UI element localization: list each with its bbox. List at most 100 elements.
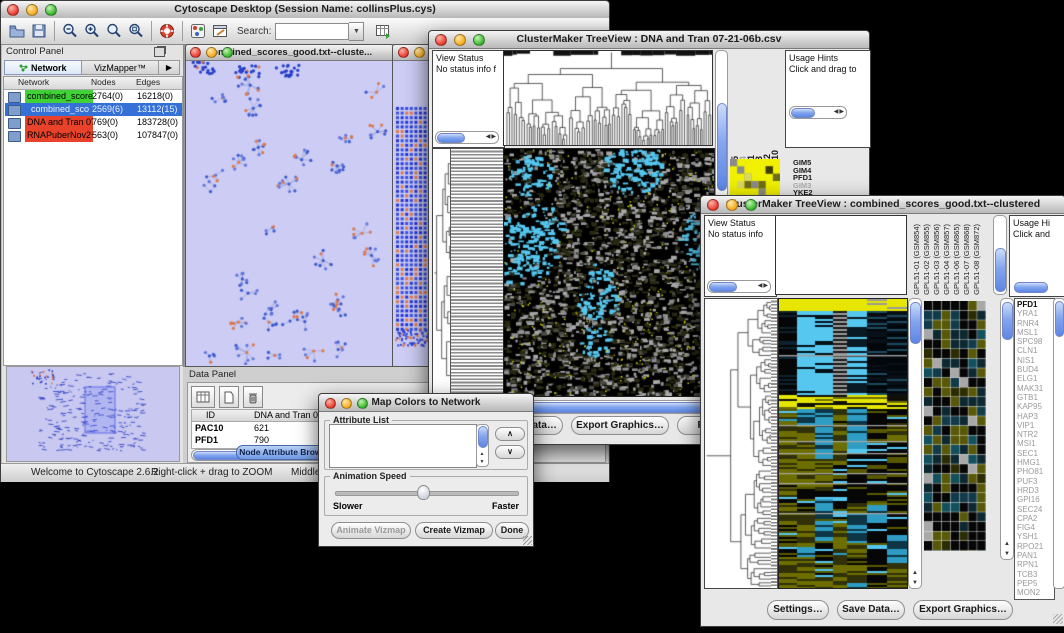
zoom-window-icon[interactable] [222,47,233,58]
network-overview[interactable] [6,366,180,462]
close-icon[interactable] [398,47,409,58]
resize-grip-icon[interactable] [523,536,532,545]
tv2-hints-scroll-thumb[interactable] [1014,282,1048,293]
network-row[interactable]: RNAPuberNov2+I 563(0) 107847(0) [5,129,182,142]
tv2-settings-button[interactable]: Settings… [767,600,829,620]
gene-label[interactable]: GTB1 [1017,393,1054,402]
tv1-row-dendrogram[interactable] [432,148,451,397]
close-icon[interactable] [190,47,201,58]
column-label[interactable]: GPL51-07 (GSM868) [962,224,971,295]
search-dropdown-button[interactable]: ▼ [349,22,364,41]
id-column-header[interactable]: ID [206,410,215,420]
help-button[interactable] [156,20,178,42]
gene-label[interactable]: BUD4 [1017,365,1054,374]
move-down-button[interactable]: ∨ [495,445,525,459]
search-input[interactable] [275,23,349,40]
zoom-out-button[interactable] [59,20,81,42]
gene-label[interactable]: CLN1 [1017,346,1054,355]
scroll-up-icon[interactable]: ▲ [480,451,485,457]
dialog-titlebar[interactable]: Map Colors to Network [319,394,533,412]
gene-label[interactable]: RPN1 [1017,560,1054,569]
create-vizmap-button[interactable]: Create Vizmap [415,522,493,539]
minimize-icon[interactable] [206,47,217,58]
new-attribute-button[interactable] [219,386,239,408]
close-icon[interactable] [7,4,19,16]
network-list-header[interactable]: Network Nodes Edges [4,77,182,90]
treeview1-titlebar[interactable]: ClusterMaker TreeView : DNA and Tran 07-… [429,31,869,49]
column-label[interactable]: GPL51-04 (GSM857) [942,224,951,295]
gene-label[interactable]: RNR4 [1017,319,1054,328]
tv2-heatmap[interactable] [778,298,908,589]
network-canvas[interactable] [186,61,391,365]
network-row[interactable]: DNA and Tran 07 769(0) 183728(0) [5,116,182,129]
tv2-column-tree-area[interactable] [775,215,907,295]
tv1-column-dendrogram[interactable] [503,50,713,146]
zoom-window-icon[interactable] [745,199,757,211]
scroll-down-icon[interactable]: ▼ [1004,551,1010,557]
gene-label[interactable]: PUF3 [1017,477,1054,486]
main-titlebar[interactable]: Cytoscape Desktop (Session Name: collins… [1,1,609,19]
zoom-selected-button[interactable] [103,20,125,42]
minimize-icon[interactable] [454,34,466,46]
attribute-list-scrollbar[interactable]: ▲ ▼ [476,424,489,467]
tv1-export-graphics-button[interactable]: Export Graphics… [571,416,669,435]
tv2-row-dendrogram[interactable] [704,298,772,589]
zoom-fit-button[interactable] [125,20,147,42]
tv2-top-vscroll[interactable] [993,215,1007,295]
select-attributes-button[interactable] [191,386,215,408]
gene-label[interactable]: HAP3 [1017,412,1054,421]
scroll-down-icon[interactable]: ▼ [480,459,485,465]
minimize-icon[interactable] [26,4,38,16]
tv2-save-data-button[interactable]: Save Data… [837,600,905,620]
gene-label[interactable]: PAN1 [1017,551,1054,560]
treeview2-titlebar[interactable]: ClusterMaker TreeView : combined_scores_… [701,196,1064,214]
gene-label[interactable]: RPO21 [1017,542,1054,551]
resize-grip-icon[interactable] [1053,614,1063,624]
minimize-icon[interactable] [726,199,738,211]
gene-label[interactable]: SPC98 [1017,337,1054,346]
minimize-icon[interactable] [414,47,425,58]
column-label[interactable]: GPL51-03 (GSM856) [932,224,941,295]
save-session-button[interactable] [28,20,50,42]
speed-slider-thumb[interactable] [417,485,430,500]
network-row[interactable]: combined_scores 2764(0) 16218(0) [5,90,182,103]
annotation-button[interactable] [209,20,231,42]
scroll-up-icon[interactable]: ▲ [912,570,918,576]
close-icon[interactable] [707,199,719,211]
gene-label[interactable]: ELG1 [1017,374,1054,383]
gene-label[interactable]: KAP95 [1017,402,1054,411]
zoom-window-icon[interactable] [45,4,57,16]
gene-label[interactable]: SEC24 [1017,505,1054,514]
gene-label[interactable]: NTR2 [1017,430,1054,439]
tv2-zoom-heatmap[interactable] [924,301,986,551]
gene-label[interactable]: MSL1 [1017,328,1054,337]
gene-label[interactable]: GPI16 [1017,495,1054,504]
tab-vizmapper[interactable]: VizMapper™ [82,60,159,75]
column-label[interactable]: GPL51-01 (GSM854) [912,224,921,295]
gene-label[interactable]: MON2 [1017,588,1054,597]
window-controls[interactable] [7,4,57,15]
gene-label[interactable]: HRD3 [1017,486,1054,495]
close-icon[interactable] [325,398,336,409]
scroll-up-icon[interactable]: ▲ [1004,541,1010,547]
column-label[interactable]: GPL51-02 (GSM855) [922,224,931,295]
open-session-button[interactable] [6,20,28,42]
tab-overflow-button[interactable]: ▶ [159,60,180,75]
tv2-vscroll[interactable]: ▲ ▼ [908,298,922,589]
column-label[interactable]: GPL51-08 (GSM872) [972,224,981,295]
scroll-right-icon[interactable]: ▶ [491,134,497,140]
gene-label[interactable]: HMG1 [1017,458,1054,467]
gene-label[interactable]: NIS1 [1017,356,1054,365]
network-row[interactable]: combined_sco 2569(6) 13112(15) [5,103,182,116]
overview-canvas[interactable] [7,367,177,459]
zoom-in-button[interactable] [81,20,103,42]
column-label[interactable]: GPL51-06 (GSM865) [952,224,961,295]
animate-vizmap-button[interactable]: Animate Vizmap [331,522,411,539]
tv1-hints-scrollbar[interactable]: ◀▶ [789,106,847,119]
zoom-window-icon[interactable] [473,34,485,46]
move-up-button[interactable]: ∧ [495,427,525,441]
gene-label[interactable]: MAK31 [1017,384,1054,393]
tv1-status-scrollbar[interactable]: ◀▶ [435,131,499,144]
scroll-right-icon[interactable]: ▶ [763,283,769,289]
vizmapper-button[interactable] [187,20,209,42]
